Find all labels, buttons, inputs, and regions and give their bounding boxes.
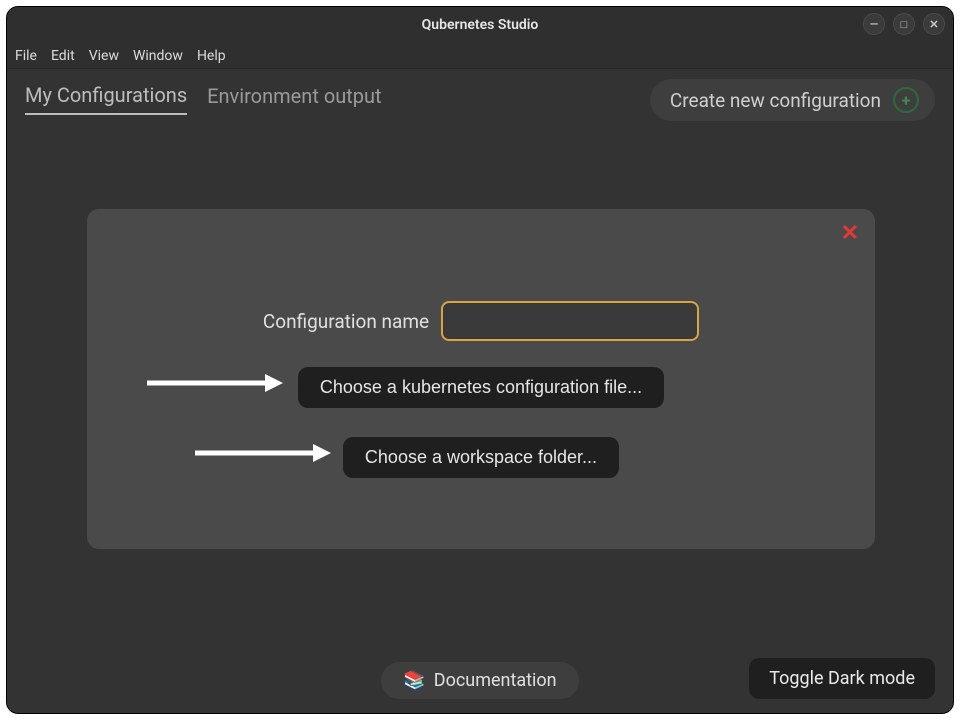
menu-edit[interactable]: Edit: [51, 48, 75, 64]
documentation-button[interactable]: 📚 Documentation: [381, 662, 578, 699]
maximize-icon: □: [901, 18, 908, 31]
plus-icon: +: [893, 87, 919, 113]
close-icon: ✕: [841, 221, 859, 246]
config-name-row: Configuration name: [87, 301, 875, 341]
app-body: My Configurations Environment output Cre…: [7, 69, 953, 713]
titlebar: Qubernetes Studio — □ ✕: [7, 7, 953, 43]
config-name-input[interactable]: [441, 301, 699, 341]
tabs-row: My Configurations Environment output Cre…: [7, 69, 953, 123]
window-controls: — □ ✕: [863, 13, 945, 35]
create-configuration-button[interactable]: Create new configuration +: [650, 79, 935, 121]
choose-workspace-row: Choose a workspace folder...: [87, 437, 875, 478]
choose-kube-row: Choose a kubernetes configuration file..…: [87, 367, 875, 408]
menu-help[interactable]: Help: [197, 48, 226, 64]
choose-kube-file-button[interactable]: Choose a kubernetes configuration file..…: [298, 367, 664, 408]
choose-workspace-button[interactable]: Choose a workspace folder...: [343, 437, 619, 478]
window-title: Qubernetes Studio: [422, 17, 539, 33]
minimize-icon: —: [870, 18, 878, 31]
tab-my-configurations[interactable]: My Configurations: [25, 83, 187, 115]
toggle-dark-mode-button[interactable]: Toggle Dark mode: [749, 658, 935, 699]
books-icon: 📚: [403, 670, 425, 691]
menu-view[interactable]: View: [89, 48, 119, 64]
menu-file[interactable]: File: [15, 48, 37, 64]
tab-environment-output[interactable]: Environment output: [207, 84, 381, 114]
menu-window[interactable]: Window: [133, 48, 183, 64]
minimize-button[interactable]: —: [863, 13, 885, 35]
close-icon: ✕: [929, 18, 938, 31]
create-configuration-label: Create new configuration: [670, 89, 881, 112]
app-window: Qubernetes Studio — □ ✕ File Edit View W…: [6, 6, 954, 714]
menubar: File Edit View Window Help: [7, 43, 953, 69]
new-configuration-dialog: ✕ Configuration name Choose a kubernetes…: [87, 209, 875, 549]
dialog-close-button[interactable]: ✕: [841, 221, 859, 246]
maximize-button[interactable]: □: [893, 13, 915, 35]
config-name-label: Configuration name: [263, 310, 429, 333]
close-window-button[interactable]: ✕: [923, 13, 945, 35]
documentation-label: Documentation: [434, 670, 557, 691]
